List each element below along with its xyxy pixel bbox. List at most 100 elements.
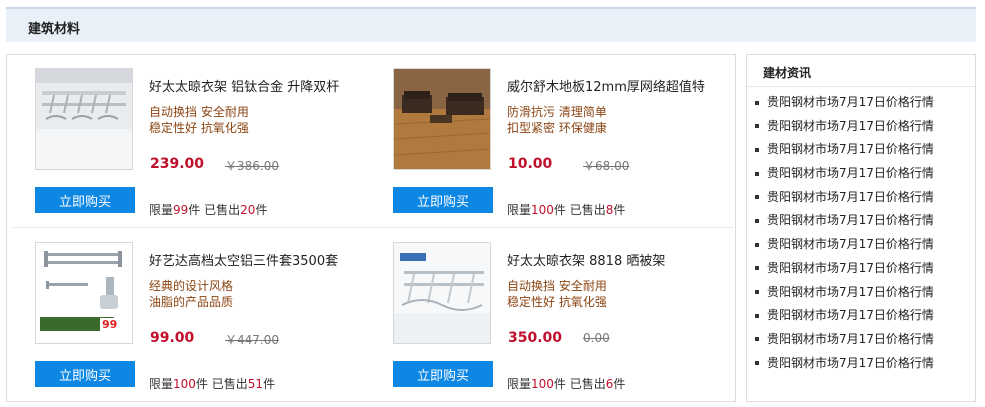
buy-button[interactable]: 立即购买: [393, 187, 493, 213]
product-card: 立即购买 好太太晾衣架 8818 晒被架 自动换挡 安全耐用 稳定性好 抗氧化强…: [371, 229, 721, 392]
feature-line: 防滑抗污 清理简单: [507, 105, 607, 119]
sold-unit: 件: [255, 203, 268, 217]
stock-limit: 100: [173, 377, 196, 391]
product-price: 99.00: [150, 330, 195, 346]
news-item[interactable]: 贵阳钢材市场7月17日价格行情: [755, 138, 934, 162]
news-link[interactable]: 贵阳钢材市场7月17日价格行情: [767, 119, 934, 133]
feature-line: 自动换挡 安全耐用: [149, 105, 249, 119]
stock-limit: 99: [173, 203, 189, 217]
news-link[interactable]: 贵阳钢材市场7月17日价格行情: [767, 308, 934, 322]
news-link[interactable]: 贵阳钢材市场7月17日价格行情: [767, 237, 934, 251]
product-price: 239.00: [150, 156, 205, 172]
news-item[interactable]: 贵阳钢材市场7月17日价格行情: [755, 233, 934, 257]
news-link[interactable]: 贵阳钢材市场7月17日价格行情: [767, 261, 934, 275]
bullet-icon: [755, 242, 759, 247]
product-name[interactable]: 威尔舒木地板12mm厚网络超值特: [507, 76, 705, 95]
feature-line: 经典的设计风格: [149, 279, 234, 293]
product-features: 防滑抗污 清理简单 扣型紧密 环保健康: [507, 104, 607, 136]
buy-button[interactable]: 立即购买: [393, 361, 493, 387]
towel-rack-set-icon[interactable]: 99: [35, 242, 133, 344]
sold-unit: 件: [263, 377, 276, 391]
product-card: 立即购买 威尔舒木地板12mm厚网络超值特 防滑抗污 清理简单 扣型紧密 环保健…: [371, 55, 721, 218]
stock-unit: 件: [195, 377, 208, 391]
news-item[interactable]: 贵阳钢材市场7月17日价格行情: [755, 281, 934, 305]
bullet-icon: [755, 147, 759, 152]
bullet-icon: [755, 337, 759, 342]
news-link[interactable]: 贵阳钢材市场7月17日价格行情: [767, 285, 934, 299]
feature-line: 扣型紧密 环保健康: [507, 121, 607, 135]
news-item[interactable]: 贵阳钢材市场7月17日价格行情: [755, 304, 934, 328]
feature-line: 稳定性好 抗氧化强: [149, 121, 249, 135]
news-link[interactable]: 贵阳钢材市场7月17日价格行情: [767, 356, 934, 370]
news-item[interactable]: 贵阳钢材市场7月17日价格行情: [755, 352, 934, 376]
sold-prefix: 已售出: [204, 203, 241, 217]
sold-count: 51: [247, 377, 264, 391]
news-item[interactable]: 贵阳钢材市场7月17日价格行情: [755, 209, 934, 233]
product-stock: 限量100件 已售出51件: [149, 375, 275, 392]
news-link[interactable]: 贵阳钢材市场7月17日价格行情: [767, 166, 934, 180]
product-price: 10.00: [508, 156, 553, 172]
news-link[interactable]: 贵阳钢材市场7月17日价格行情: [767, 142, 934, 156]
news-item[interactable]: 贵阳钢材市场7月17日价格行情: [755, 115, 934, 139]
stock-prefix: 限量: [507, 203, 532, 217]
product-price: 350.00: [508, 330, 563, 346]
stock-unit: 件: [553, 377, 566, 391]
bullet-icon: [755, 124, 759, 129]
stock-limit: 100: [531, 203, 554, 217]
product-features: 自动换挡 安全耐用 稳定性好 抗氧化强: [149, 104, 249, 136]
buy-button[interactable]: 立即购买: [35, 187, 135, 213]
section-header: 建筑材料: [6, 7, 976, 42]
product-old-price: ￥386.00: [225, 159, 279, 173]
product-features: 经典的设计风格 油脂的产品品质: [149, 278, 233, 310]
sold-unit: 件: [613, 377, 626, 391]
product-name[interactable]: 好艺达高档太空铝三件套3500套: [149, 250, 338, 269]
product-name[interactable]: 好太太晾衣架 铝钛合金 升降双杆: [149, 76, 339, 95]
row-divider: [13, 227, 733, 228]
news-link[interactable]: 贵阳钢材市场7月17日价格行情: [767, 190, 934, 204]
bullet-icon: [755, 290, 759, 294]
sold-prefix: 已售出: [211, 377, 248, 391]
product-stock: 限量100件 已售出6件: [507, 375, 625, 392]
news-link[interactable]: 贵阳钢材市场7月17日价格行情: [767, 332, 934, 346]
product-stock: 限量99件 已售出20件: [149, 201, 267, 218]
feature-line: 自动换挡 安全耐用: [507, 279, 607, 293]
clothes-rack-icon[interactable]: [35, 68, 133, 170]
news-item[interactable]: 贵阳钢材市场7月17日价格行情: [755, 91, 934, 115]
stock-prefix: 限量: [149, 203, 174, 217]
sold-count: 20: [240, 203, 256, 217]
stock-prefix: 限量: [149, 377, 174, 391]
bullet-icon: [755, 100, 759, 105]
news-link[interactable]: 贵阳钢材市场7月17日价格行情: [767, 95, 934, 109]
news-title: 建材资讯: [763, 66, 812, 80]
product-name[interactable]: 好太太晾衣架 8818 晒被架: [507, 250, 665, 269]
product-stock: 限量100件 已售出8件: [507, 201, 625, 218]
product-card: 99 立即购买 好艺达高档太空铝三件套3500套 经典的设计风格 油脂的产品品质…: [13, 229, 363, 392]
thumb-badge: 99: [100, 318, 120, 331]
news-list: 贵阳钢材市场7月17日价格行情 贵阳钢材市场7月17日价格行情 贵阳钢材市场7月…: [755, 91, 934, 375]
bullet-icon: [755, 361, 759, 366]
bullet-icon: [755, 195, 759, 200]
stock-prefix: 限量: [507, 377, 532, 391]
news-link[interactable]: 贵阳钢材市场7月17日价格行情: [767, 213, 934, 227]
product-old-price: ￥447.00: [225, 333, 279, 347]
stock-limit: 100: [531, 377, 554, 391]
sold-unit: 件: [613, 203, 626, 217]
news-item[interactable]: 贵阳钢材市场7月17日价格行情: [755, 328, 934, 352]
bullet-icon: [755, 171, 759, 176]
news-item[interactable]: 贵阳钢材市场7月17日价格行情: [755, 162, 934, 186]
product-old-price: ￥68.00: [583, 159, 630, 173]
drying-rack-icon[interactable]: [393, 242, 491, 344]
product-card: 立即购买 好太太晾衣架 铝钛合金 升降双杆 自动换挡 安全耐用 稳定性好 抗氧化…: [13, 55, 363, 218]
wood-floor-room-icon[interactable]: [393, 68, 491, 170]
section-title: 建筑材料: [28, 22, 81, 37]
news-item[interactable]: 贵阳钢材市场7月17日价格行情: [755, 257, 934, 281]
news-item[interactable]: 贵阳钢材市场7月17日价格行情: [755, 186, 934, 210]
products-panel: 立即购买 好太太晾衣架 铝钛合金 升降双杆 自动换挡 安全耐用 稳定性好 抗氧化…: [6, 54, 736, 402]
sold-prefix: 已售出: [569, 377, 606, 391]
feature-line: 稳定性好 抗氧化强: [507, 295, 607, 309]
bullet-icon: [755, 266, 759, 271]
stock-unit: 件: [188, 203, 201, 217]
sold-prefix: 已售出: [569, 203, 606, 217]
product-features: 自动换挡 安全耐用 稳定性好 抗氧化强: [507, 278, 607, 310]
buy-button[interactable]: 立即购买: [35, 361, 135, 387]
